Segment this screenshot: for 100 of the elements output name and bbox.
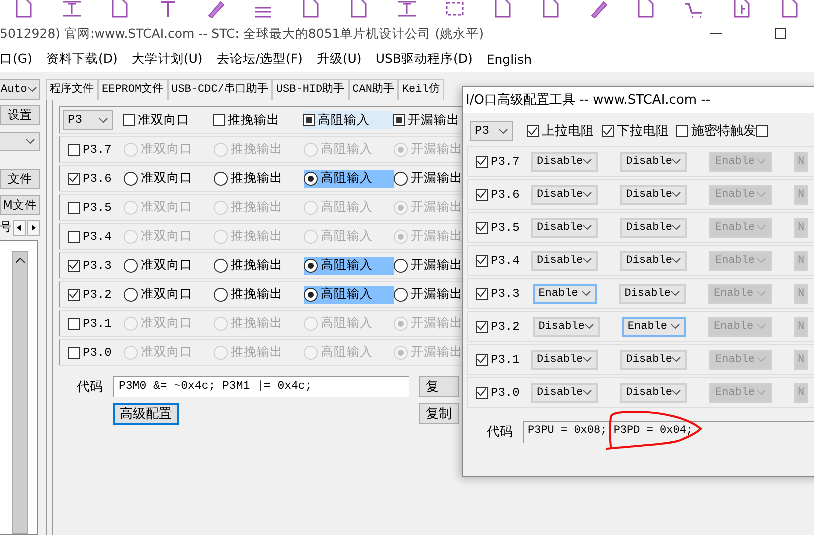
pin-checkbox[interactable]: P3.3 xyxy=(68,256,124,274)
serial-label: 号 xyxy=(0,219,12,236)
chevron-down-icon xyxy=(583,357,592,362)
pin-checkbox[interactable]: P3.6 xyxy=(68,170,124,188)
pin-checkbox[interactable]: P3.2 xyxy=(68,286,124,304)
radio-button[interactable]: 开漏输出 xyxy=(394,286,484,304)
chevron-down-icon xyxy=(499,128,508,134)
chevron-down-icon xyxy=(672,159,682,164)
chevron-down-icon xyxy=(670,324,680,329)
chevron-down-icon xyxy=(582,291,591,296)
chevron-down-icon xyxy=(757,357,766,362)
dropdown[interactable]: Enable xyxy=(622,316,686,336)
menu-item[interactable]: English xyxy=(486,52,532,66)
dropdown[interactable]: Disable xyxy=(620,350,688,370)
copy-button[interactable]: 复 xyxy=(419,376,459,397)
menu-item[interactable]: USB驱动程序(D) xyxy=(376,50,473,68)
checkmark-icon xyxy=(477,157,487,166)
radio-button[interactable]: 高阻输入 xyxy=(304,170,394,188)
radio-button[interactable]: 推挽输出 xyxy=(214,286,304,304)
maximize-icon[interactable] xyxy=(775,28,786,39)
chevron-down-icon xyxy=(672,390,682,395)
checkmark-icon xyxy=(528,126,538,136)
checkmark-icon xyxy=(477,256,487,265)
dropdown[interactable]: Disable xyxy=(618,284,686,304)
checkbox[interactable]: 准双向口 xyxy=(123,111,213,129)
checkbox[interactable]: 高阻输入 xyxy=(303,111,393,129)
radio-button[interactable]: 准双向口 xyxy=(124,170,214,188)
radio-button[interactable]: 高阻输入 xyxy=(304,256,394,274)
pin-checkbox[interactable]: P3.0 xyxy=(476,384,532,402)
checkmark-icon xyxy=(477,289,487,298)
window-title: 5012928) 官网:www.STCAI.com -- STC: 全球最大的8051单片机设计公司 (姚永平) xyxy=(0,26,484,42)
dropdown[interactable]: Disable xyxy=(620,382,688,402)
dropdown[interactable]: Disable xyxy=(531,218,598,238)
radio-button[interactable]: 开漏输出 xyxy=(394,256,484,274)
chevron-down-icon xyxy=(26,139,35,144)
code-field[interactable]: P3M0 &= ~0x4c; P3M1 |= 0x4c; xyxy=(113,376,409,397)
checkbox[interactable]: 推挽输出 xyxy=(213,111,303,129)
scrollbar[interactable] xyxy=(12,251,28,534)
menu-item[interactable]: 口(G) xyxy=(0,50,32,68)
chevron-down-icon xyxy=(584,324,594,329)
checkmark-icon xyxy=(477,355,487,364)
radio-button[interactable]: 准双向口 xyxy=(124,256,214,274)
chevron-down-icon xyxy=(757,159,766,164)
chevron-down-icon xyxy=(583,159,592,164)
pin-checkbox[interactable]: P3.0 xyxy=(68,344,124,362)
checkbox[interactable]: 上拉电阻 xyxy=(527,122,602,140)
dropdown[interactable]: Disable xyxy=(531,184,598,204)
dropdown[interactable]: Disable xyxy=(531,152,598,172)
menu-item[interactable]: 大学计划(U) xyxy=(132,50,203,68)
chevron-down-icon xyxy=(757,390,766,395)
dropdown[interactable]: Disable xyxy=(620,152,688,172)
tab[interactable]: 程序文件 xyxy=(46,79,98,100)
checkbox[interactable]: 下拉电阻 xyxy=(602,122,676,140)
radio-button[interactable]: 高阻输入 xyxy=(304,286,394,304)
port-dropdown[interactable]: P3 xyxy=(470,121,514,141)
chevron-down-icon xyxy=(99,118,108,122)
checkmark-icon xyxy=(602,126,613,136)
checkmark-icon xyxy=(69,174,79,183)
tab[interactable]: Keil仿 xyxy=(398,79,444,100)
radio-button[interactable]: 准双向口 xyxy=(124,286,214,304)
chevron-down-icon xyxy=(672,192,682,197)
dropdown[interactable]: Disable xyxy=(620,184,688,204)
menu-item[interactable]: 升级(U) xyxy=(316,50,362,68)
file-button[interactable]: 文件 xyxy=(0,169,40,189)
pin-checkbox[interactable]: P3.1 xyxy=(68,314,124,332)
chevron-down-icon xyxy=(757,258,766,263)
dropdown[interactable]: Disable xyxy=(620,250,688,270)
chevron-down-icon xyxy=(583,225,592,230)
dropdown[interactable]: Disable xyxy=(531,382,598,402)
settings-button[interactable]: 设置 xyxy=(0,105,40,125)
advanced-config-button[interactable]: 高级配置 xyxy=(113,403,179,425)
tab[interactable]: USB-CDC/串口助手 xyxy=(168,79,272,100)
radio-button[interactable]: 推挽输出 xyxy=(214,170,304,188)
dropdown[interactable]: Disable xyxy=(531,350,598,370)
dropdown[interactable]: Disable xyxy=(532,316,600,336)
code-field[interactable]: P3PU = 0x08; P3PD = 0x04; xyxy=(523,421,814,443)
minimize-icon[interactable] xyxy=(710,33,722,35)
checkmark-icon xyxy=(477,322,487,331)
copy-button[interactable]: 复制 xyxy=(419,403,459,424)
dropdown[interactable]: Disable xyxy=(531,250,598,270)
mode-dropdown[interactable]: Auto xyxy=(0,79,40,100)
tab[interactable]: USB-HID助手 xyxy=(272,79,349,100)
dropdown[interactable]: Disable xyxy=(620,218,688,238)
radio-button[interactable]: 推挽输出 xyxy=(214,256,304,274)
tab[interactable]: CAN助手 xyxy=(348,79,398,100)
port-dropdown[interactable]: P3 xyxy=(63,110,113,130)
checkbox[interactable]: 施密特触发 xyxy=(676,122,756,140)
pin-checkbox[interactable]: P3.7 xyxy=(68,140,124,158)
scroll-up-icon[interactable] xyxy=(16,258,24,263)
pin-checkbox[interactable]: P3.5 xyxy=(68,198,124,216)
menu-item[interactable]: 资料下载(D) xyxy=(46,50,118,68)
dropdown[interactable]: Enable xyxy=(532,284,597,304)
radio-button[interactable]: 开漏输出 xyxy=(394,170,484,188)
pin-checkbox[interactable]: P3.4 xyxy=(68,228,124,246)
checkmark-icon xyxy=(69,261,79,270)
chevron-down-icon xyxy=(672,225,682,230)
file-button[interactable]: M文件 xyxy=(0,195,40,215)
chevron-down-icon xyxy=(757,291,766,296)
tab[interactable]: EEPROM文件 xyxy=(98,79,168,100)
menu-item[interactable]: 去论坛/选型(F) xyxy=(216,50,303,68)
